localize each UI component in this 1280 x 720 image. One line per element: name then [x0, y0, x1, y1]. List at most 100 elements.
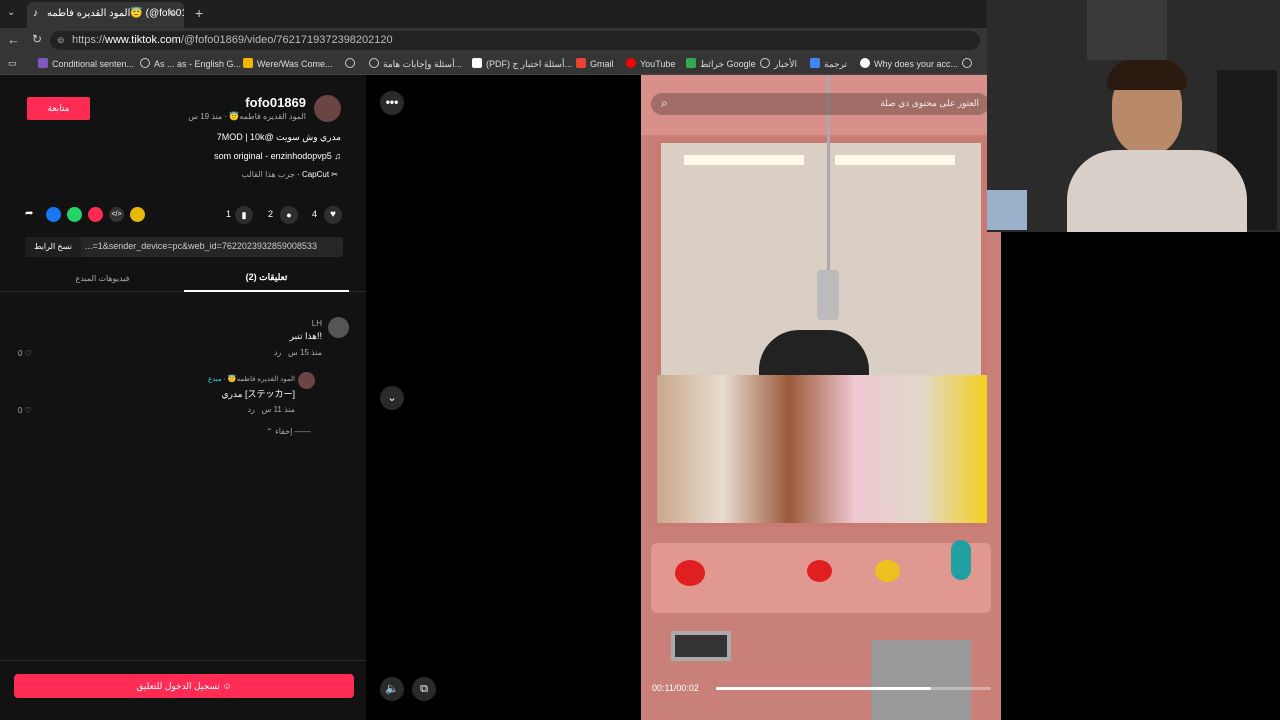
comment-user[interactable]: المود القديره فاطمه😇 — [228, 376, 295, 383]
capcut-icon: ✂ — [331, 170, 338, 179]
reply-button[interactable]: رد — [274, 348, 281, 357]
search-bar[interactable]: ⌕ العثور على محتوى ذي صلة — [651, 93, 989, 115]
url-host: www.tiktok.com — [105, 34, 181, 46]
globe-icon — [760, 58, 770, 68]
maps-icon — [686, 58, 696, 68]
comment-icon[interactable]: ● — [280, 206, 298, 224]
bookmark-item[interactable]: الأخبار — [760, 58, 797, 70]
search-input[interactable]: العثور على محتوى ذي صلة — [880, 98, 979, 109]
bookmark-item[interactable]: (PDF) أسئلة اختبار ج... — [472, 58, 572, 70]
coin-slot — [671, 631, 731, 661]
comment-like[interactable]: 0 ♡ — [18, 406, 32, 415]
bookmarks-bar: ▭ Conditional senten... As ... as - Engl… — [0, 53, 987, 75]
comment-meta: منذ 15 س رد — [274, 348, 322, 357]
youtube-icon — [626, 58, 636, 68]
bookmark-item[interactable]: YouTube — [626, 58, 675, 69]
search-icon: ⌕ — [661, 96, 668, 110]
capcut-sub: جرب هذا القالب — [241, 170, 295, 179]
sound-name: som original - enzinhodopvp5 — [214, 151, 332, 161]
url-prefix: https:// — [72, 34, 106, 46]
browser-tab[interactable]: ♪ ✕ المود القديره فاطمه😇 (@fofo01869) — [27, 2, 184, 28]
comment-bubble-icon: ☺ — [222, 681, 232, 691]
globe-icon — [140, 58, 150, 68]
url-input[interactable]: ⊜ https://www.tiktok.com/@fofo01869/vide… — [50, 31, 980, 50]
more-options-icon[interactable]: ••• — [380, 91, 404, 115]
globe-icon[interactable] — [345, 58, 359, 69]
hide-replies-label: إخفاء — [274, 427, 293, 436]
bookmark-item[interactable]: Were/Was Come... — [243, 58, 333, 69]
comment-meta: منذ 11 س رد — [247, 405, 295, 414]
tab-comments[interactable]: تعليقات (2) — [184, 272, 349, 292]
plush-toys — [657, 375, 987, 523]
url-path: /@fofo01869/video/7621719372398202120 — [180, 34, 393, 46]
tab-list-icon[interactable]: ⌄ — [7, 7, 15, 18]
reply-button[interactable]: رد — [247, 405, 254, 414]
globe-icon[interactable] — [962, 58, 976, 69]
tiktok-favicon-icon: ♪ — [33, 8, 38, 19]
new-tab-icon[interactable]: + — [195, 5, 203, 21]
username[interactable]: fofo01869 — [245, 95, 306, 110]
wall-poster — [1087, 0, 1167, 60]
chevron-down-icon[interactable]: ⌄ — [380, 386, 404, 410]
sound-link[interactable]: som original - enzinhodopvp5 ♫ — [214, 151, 341, 161]
comment-like-count: 0 — [18, 349, 23, 358]
comment-like[interactable]: 0 ♡ — [18, 349, 32, 358]
gmail-icon — [576, 58, 586, 68]
login-to-comment-button[interactable]: تسجيل الدخول للتعليق ☺ — [14, 674, 354, 698]
copy-link-button[interactable]: نسخ الرابط — [25, 237, 81, 257]
facebook-icon[interactable] — [46, 207, 61, 222]
whatsapp-icon[interactable] — [67, 207, 82, 222]
coin-icon[interactable] — [130, 207, 145, 222]
red-button-icon — [807, 560, 832, 582]
bookmark-item[interactable]: Conditional senten... — [38, 58, 134, 69]
bookmark-icon[interactable]: ▮ — [235, 206, 253, 224]
bookmark-item[interactable]: ترجمة — [810, 58, 847, 70]
reload-icon[interactable]: ↻ — [32, 32, 42, 46]
bookmark-item[interactable]: أسئلة وإجابات هامة... — [369, 58, 462, 70]
capcut-link[interactable]: جرب هذا القالب · CapCut ✂ — [241, 170, 338, 179]
avatar[interactable] — [298, 372, 315, 389]
webcam-overlay — [987, 0, 1280, 232]
progress-fill — [716, 687, 931, 690]
send-icon[interactable] — [88, 207, 103, 222]
heart-icon[interactable]: ♥ — [324, 206, 342, 224]
avatar[interactable] — [328, 317, 349, 338]
comment-user[interactable]: LH — [312, 319, 322, 328]
prize-chute — [871, 640, 971, 720]
pdf-icon — [472, 58, 482, 68]
close-tab-icon[interactable]: ✕ — [167, 2, 175, 26]
volume-icon[interactable]: 🔈 — [380, 677, 404, 701]
heart-outline-icon: ♡ — [24, 406, 32, 415]
display-name: المود القديره فاطمه😇 — [229, 112, 306, 121]
video-player[interactable]: ⌕ العثور على محتوى ذي صلة 00:11/00:02 — [641, 75, 1001, 720]
pip-icon[interactable]: ⧉ — [412, 677, 436, 701]
joystick-icon — [951, 540, 971, 580]
light-bar — [684, 155, 804, 165]
window-light — [987, 190, 1027, 230]
caption: مدري وش سويت @7MOD | 10k — [216, 132, 341, 142]
back-icon[interactable]: ← — [7, 32, 20, 47]
hide-replies-button[interactable]: ⌃ إخفاء —— — [266, 427, 311, 436]
reply-author: المود القديره فاطمه😇 · مبدع — [207, 376, 295, 383]
tab-creator-videos[interactable]: فيديوهات المبدع — [20, 274, 185, 283]
bookmark-item[interactable]: خرائط Google — [686, 58, 756, 70]
bookmark-item[interactable]: Gmail — [576, 58, 614, 69]
chevron-up-icon: ⌃ — [266, 427, 273, 436]
tab-title: المود القديره فاطمه😇 (@fofo01869) — [47, 8, 184, 19]
progress-track[interactable] — [716, 687, 991, 690]
tab-bar: تعليقات (2) فيديوهات المبدع — [0, 272, 366, 292]
bookmark-item[interactable]: Why does your acc... — [860, 58, 958, 69]
bookmark-item[interactable]: As ... as - English G... — [140, 58, 241, 69]
saves-count: 1 — [226, 209, 232, 219]
video-link: ...=1&sender_device=pc&web_id=7622023932… — [85, 241, 317, 251]
embed-icon[interactable]: </> — [109, 207, 124, 222]
avatar[interactable] — [314, 95, 341, 122]
apps-icon[interactable]: ▭ — [8, 58, 17, 69]
comment-text: مدري [ステッカー] — [221, 389, 295, 399]
yellow-button-icon — [875, 560, 900, 582]
heart-outline-icon: ♡ — [24, 349, 32, 358]
share-icon[interactable]: ➦ — [25, 208, 33, 219]
capcut-label: CapCut — [301, 170, 330, 179]
site-info-icon[interactable]: ⊜ — [57, 31, 65, 50]
follow-button[interactable]: متابعة — [27, 97, 90, 120]
